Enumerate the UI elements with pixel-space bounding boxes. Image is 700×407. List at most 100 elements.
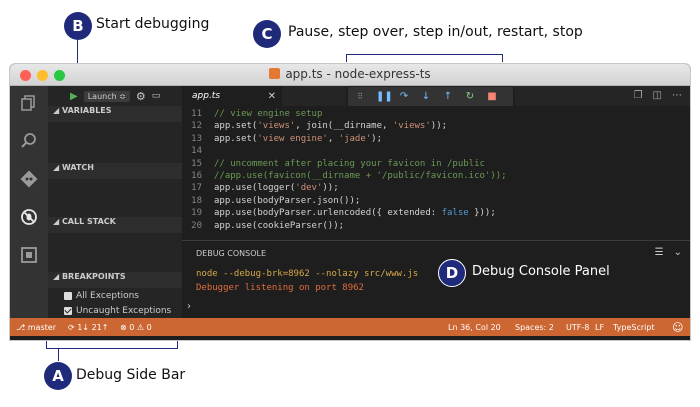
search-icon[interactable] — [19, 132, 39, 152]
code-text: app.use(cookieParser()); — [214, 220, 345, 231]
start-debugging-play-icon[interactable]: ▶ — [70, 91, 78, 102]
code-text: app.use(bodyParser.json()); — [214, 195, 361, 206]
code-text: //app.use(favicon(__dirname + '/public/f… — [214, 170, 507, 181]
step-out-icon[interactable]: ↑ — [442, 91, 454, 103]
activity-bar — [10, 86, 48, 318]
code-line: 13 app.set('view engine', 'jade'); — [182, 134, 690, 146]
indentation-setting[interactable]: Spaces: 2 — [515, 323, 554, 332]
breakpoints-section-header[interactable]: ◢ BREAKPOINTS — [48, 272, 182, 288]
code-text: app.set('view engine', 'jade'); — [214, 133, 383, 144]
file-icon — [269, 68, 281, 79]
line-number[interactable]: 20 — [182, 221, 214, 233]
line-number[interactable]: 18 — [182, 196, 214, 208]
eol-setting[interactable]: LF — [595, 323, 604, 332]
console-actions: ☰ ⌄ — [655, 247, 682, 258]
debug-console-title[interactable]: DEBUG CONSOLE — [196, 249, 266, 258]
tab-close-icon[interactable]: ✕ — [268, 91, 276, 102]
variables-section-label: VARIABLES — [61, 106, 112, 115]
code-line: 14 — [182, 146, 690, 158]
problems-indicator[interactable]: ⊗ 0 ⚠ 0 — [120, 323, 152, 332]
debug-icon[interactable] — [19, 208, 39, 228]
uncaught-exceptions-checkbox[interactable] — [64, 306, 72, 315]
sync-counts: 1↓ 21↑ — [77, 322, 109, 332]
code-editor[interactable]: 11// view engine setup 12 app.set('views',… — [182, 106, 690, 240]
line-number[interactable]: 13 — [182, 134, 214, 146]
watch-section-header[interactable]: ◢ WATCH — [48, 163, 182, 179]
branch-indicator[interactable]: ⎇ master — [16, 323, 56, 332]
restart-icon[interactable]: ↻ — [464, 91, 476, 103]
callout-c-bracket — [346, 54, 503, 62]
console-command-line: node --debug-brk=8962 --nolazy src/www.j… — [196, 269, 419, 279]
line-number[interactable]: 14 — [182, 146, 214, 158]
code-line: 16//app.use(favicon(__dirname + '/public… — [182, 171, 690, 183]
callstack-section-header[interactable]: ◢ CALL STACK — [48, 217, 182, 233]
line-number[interactable]: 19 — [182, 208, 214, 220]
drag-handle-icon[interactable]: ⠿ — [354, 91, 366, 103]
watch-section-body — [48, 179, 182, 217]
window-title: app.ts - node-express-ts — [10, 67, 690, 81]
gear-icon[interactable]: ⚙ — [136, 90, 146, 103]
watch-section-label: WATCH — [61, 163, 94, 172]
tab-app-ts[interactable]: app.ts ✕ — [182, 86, 282, 106]
debug-launch-bar: ▶ Launch ≎ ⚙ ▭ — [48, 86, 182, 106]
figure: B Start debugging C Pause, step over, st… — [0, 0, 700, 407]
code-lines: 11// view engine setup 12 app.set('views',… — [182, 106, 690, 233]
cursor-position[interactable]: Ln 36, Col 20 — [448, 323, 501, 332]
line-number[interactable]: 17 — [182, 183, 214, 195]
code-line: 19 app.use(bodyParser.urlencoded({ extend… — [182, 208, 690, 220]
callout-a-text: Debug Side Bar — [76, 367, 186, 383]
callout-b-text: Start debugging — [96, 16, 210, 32]
line-number[interactable]: 15 — [182, 159, 214, 171]
callstack-section-body — [48, 233, 182, 272]
branch-name: master — [27, 322, 56, 332]
step-into-icon[interactable]: ↓ — [420, 91, 432, 103]
language-mode[interactable]: TypeScript — [613, 323, 655, 332]
callout-d-text: Debug Console Panel — [472, 264, 610, 279]
debug-console-panel: DEBUG CONSOLE ☰ ⌄ node --debug-brk=8962 … — [182, 240, 690, 318]
breakpoint-row-all-exceptions[interactable]: All Exceptions — [48, 288, 182, 303]
source-control-icon[interactable] — [19, 170, 39, 190]
feedback-smiley-icon[interactable]: ☺ — [672, 321, 683, 334]
code-line: 11// view engine setup — [182, 109, 690, 121]
code-line: 18 app.use(bodyParser.json()); — [182, 196, 690, 208]
chevron-down-icon[interactable]: ⌄ — [674, 247, 682, 258]
open-console-icon[interactable]: ▭ — [152, 91, 161, 101]
line-number[interactable]: 12 — [182, 121, 214, 133]
code-text: app.use(logger('dev')); — [214, 183, 339, 194]
clear-console-icon[interactable]: ☰ — [655, 247, 664, 258]
line-number[interactable]: 16 — [182, 171, 214, 183]
copy-icon[interactable]: ❐ — [634, 90, 643, 101]
code-text: // uncomment after placing your favicon … — [214, 158, 485, 169]
pause-icon[interactable]: ❚❚ — [376, 91, 393, 103]
warning-count: 0 — [146, 322, 152, 332]
explorer-icon[interactable] — [19, 94, 39, 114]
console-prompt-input[interactable]: › — [187, 301, 191, 312]
debug-toolbar: ⠿ ❚❚ ↷ ↓ ↑ ↻ ■ — [348, 87, 513, 107]
editor-actions: ❐ ◫ ⋯ — [634, 90, 682, 101]
encoding-setting[interactable]: UTF-8 — [566, 323, 589, 332]
error-count: 0 — [129, 322, 135, 332]
window-title-text: app.ts - node-express-ts — [285, 67, 431, 81]
breakpoint-row-uncaught-exceptions[interactable]: Uncaught Exceptions — [48, 303, 182, 318]
status-bar: ⎇ master ⟳ 1↓ 21↑ ⊗ 0 ⚠ 0 Ln 36, Col 20 … — [10, 318, 690, 336]
extensions-icon[interactable] — [19, 246, 39, 266]
split-editor-icon[interactable]: ◫ — [653, 90, 662, 101]
callout-b-line — [77, 40, 78, 64]
debug-side-bar: ▶ Launch ≎ ⚙ ▭ ◢ VARIABLES ◢ WATCH ◢ CAL… — [48, 86, 182, 318]
code-line: 20 app.use(cookieParser()); — [182, 221, 690, 233]
code-text: app.set('views', join(__dirname, 'views'… — [214, 121, 448, 132]
line-number[interactable]: 11 — [182, 109, 214, 121]
variables-section-header[interactable]: ◢ VARIABLES — [48, 106, 182, 122]
all-exceptions-checkbox[interactable] — [64, 291, 72, 300]
callout-d-badge: D — [438, 259, 466, 287]
tab-label: app.ts — [192, 91, 221, 101]
callout-a-bracket — [46, 341, 178, 349]
more-icon[interactable]: ⋯ — [672, 90, 682, 101]
code-text: app.use(bodyParser.urlencoded({ extended… — [214, 208, 496, 219]
launch-configuration-select[interactable]: Launch ≎ — [83, 90, 130, 102]
sync-indicator[interactable]: ⟳ 1↓ 21↑ — [68, 323, 108, 332]
step-over-icon[interactable]: ↷ — [398, 91, 410, 103]
code-line: 12 app.set('views', join(__dirname, 'view… — [182, 121, 690, 133]
stop-icon[interactable]: ■ — [486, 91, 498, 103]
breakpoint-label: Uncaught Exceptions — [76, 305, 172, 316]
